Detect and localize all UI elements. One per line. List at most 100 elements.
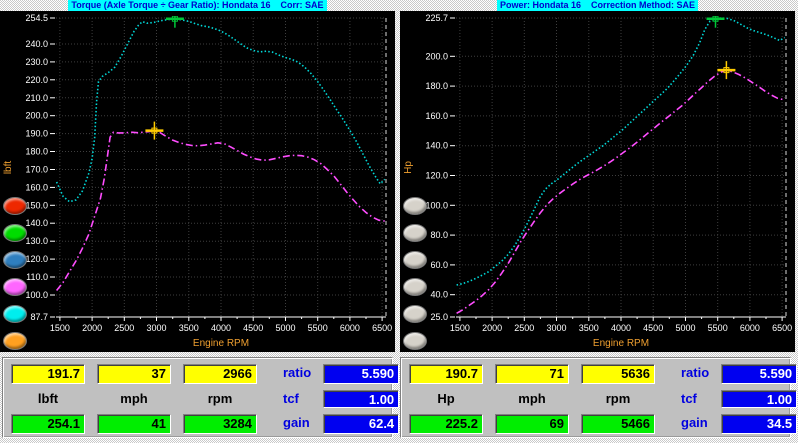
run2-power-field: 225.2 <box>409 414 483 434</box>
torque-readout-panel: 191.7 37 2966 ratio 5.590 lbft mph rpm t… <box>2 357 400 438</box>
svg-text:180.0: 180.0 <box>425 81 448 91</box>
svg-text:230.0: 230.0 <box>25 57 48 67</box>
svg-text:3500: 3500 <box>579 323 599 333</box>
svg-text:4500: 4500 <box>243 323 263 333</box>
run-color-button[interactable] <box>3 251 27 269</box>
power-unit-label: Hp <box>437 391 455 406</box>
run-color-button[interactable] <box>3 278 27 296</box>
torque-chart-title-bar: Torque (Axle Torque ÷ Gear Ratio): Honda… <box>0 0 395 11</box>
power-chart-body: 225.7 200.0 180.0 160.0 140.0 120.0 100.0 80.0 6… <box>400 11 795 352</box>
torque-chart-body: 254.5 240.0 230.0 220.0 210.0 200.0 190.0 180.0… <box>0 11 395 352</box>
run-color-button[interactable] <box>3 305 27 323</box>
svg-text:80.0: 80.0 <box>430 230 448 240</box>
svg-text:Engine RPM: Engine RPM <box>593 338 649 349</box>
power-chart-title-bar: Power: Hondata 16 Correction Method: SAE <box>400 0 795 11</box>
svg-text:4000: 4000 <box>611 323 631 333</box>
svg-text:5500: 5500 <box>708 323 728 333</box>
svg-text:180.0: 180.0 <box>25 147 48 157</box>
svg-text:140.0: 140.0 <box>25 218 48 228</box>
ratio-field: 5.590 <box>323 364 400 384</box>
svg-text:6500: 6500 <box>372 323 392 333</box>
power-chart-panel: Power: Hondata 16 Correction Method: SAE… <box>400 0 795 352</box>
rpm-unit-label: rpm <box>207 391 233 406</box>
run-color-button[interactable] <box>3 224 27 242</box>
svg-text:240.0: 240.0 <box>25 39 48 49</box>
gain-field: 34.5 <box>721 414 798 434</box>
gain-field: 62.4 <box>323 414 400 434</box>
run-color-button[interactable] <box>403 278 427 296</box>
svg-text:5000: 5000 <box>275 323 295 333</box>
run-color-button[interactable] <box>403 332 427 350</box>
tcf-field: 1.00 <box>721 390 798 408</box>
power-plot: 225.7 200.0 180.0 160.0 140.0 120.0 100.0 80.0 6… <box>403 13 792 349</box>
svg-text:6000: 6000 <box>740 323 760 333</box>
tcf-label: tcf <box>283 391 299 406</box>
svg-text:2500: 2500 <box>114 323 134 333</box>
svg-text:lbft: lbft <box>3 161 14 175</box>
svg-text:100.0: 100.0 <box>25 290 48 300</box>
svg-text:4000: 4000 <box>211 323 231 333</box>
svg-text:5500: 5500 <box>308 323 328 333</box>
svg-text:220.0: 220.0 <box>25 75 48 85</box>
svg-text:120.0: 120.0 <box>425 171 448 181</box>
svg-text:87.7: 87.7 <box>30 312 48 322</box>
svg-text:Hp: Hp <box>403 161 414 174</box>
svg-text:5000: 5000 <box>675 323 695 333</box>
run-color-button[interactable] <box>403 251 427 269</box>
peak-marker-previous-run <box>717 61 736 80</box>
svg-text:Engine RPM: Engine RPM <box>193 338 249 349</box>
tcf-field: 1.00 <box>323 390 400 408</box>
svg-text:140.0: 140.0 <box>425 141 448 151</box>
current-run-power <box>456 17 786 286</box>
gain-label: gain <box>681 415 708 430</box>
power-readout-panel: 190.7 71 5636 ratio 5.590 Hp mph rpm tcf… <box>400 357 798 438</box>
svg-text:170.0: 170.0 <box>25 165 48 175</box>
gain-label: gain <box>283 415 310 430</box>
run1-speed-field: 71 <box>495 364 569 384</box>
dyno-software-window: Torque (Axle Torque ÷ Gear Ratio): Honda… <box>0 0 798 443</box>
run2-rpm-field: 3284 <box>183 414 257 434</box>
run-color-button[interactable] <box>3 332 27 350</box>
ratio-label: ratio <box>681 365 710 380</box>
tcf-label: tcf <box>681 391 697 406</box>
svg-text:3000: 3000 <box>146 323 166 333</box>
run2-rpm-field: 5466 <box>581 414 655 434</box>
run1-rpm-field: 2966 <box>183 364 257 384</box>
svg-text:160.0: 160.0 <box>425 111 448 121</box>
speed-unit-label: mph <box>120 391 148 406</box>
svg-text:1500: 1500 <box>450 323 470 333</box>
svg-text:254.5: 254.5 <box>25 13 48 23</box>
run-color-button[interactable] <box>403 197 427 215</box>
run1-power-field: 190.7 <box>409 364 483 384</box>
run1-speed-field: 37 <box>97 364 171 384</box>
ratio-label: ratio <box>283 365 312 380</box>
torque-unit-label: lbft <box>37 391 59 406</box>
torque-chart-panel: Torque (Axle Torque ÷ Gear Ratio): Honda… <box>0 0 395 352</box>
svg-text:2000: 2000 <box>82 323 102 333</box>
svg-text:60.0: 60.0 <box>430 260 448 270</box>
svg-text:130.0: 130.0 <box>25 236 48 246</box>
run-color-button[interactable] <box>403 305 427 323</box>
svg-text:3000: 3000 <box>546 323 566 333</box>
peak-marker-current-run <box>706 16 725 28</box>
svg-text:100.0: 100.0 <box>425 200 448 210</box>
svg-text:120.0: 120.0 <box>25 254 48 264</box>
torque-chart-title: Torque (Axle Torque ÷ Gear Ratio): Honda… <box>68 0 327 11</box>
svg-text:4500: 4500 <box>643 323 663 333</box>
run2-speed-field: 69 <box>495 414 569 434</box>
run-color-button[interactable] <box>403 224 427 242</box>
svg-text:40.0: 40.0 <box>430 290 448 300</box>
peak-marker-previous-run <box>145 121 164 140</box>
peak-marker-current-run <box>165 16 184 28</box>
rpm-unit-label: rpm <box>605 391 631 406</box>
run1-torque-field: 191.7 <box>11 364 85 384</box>
svg-text:6000: 6000 <box>340 323 360 333</box>
svg-text:2500: 2500 <box>514 323 534 333</box>
svg-text:160.0: 160.0 <box>25 182 48 192</box>
svg-text:110.0: 110.0 <box>26 272 48 282</box>
speed-unit-label: mph <box>518 391 546 406</box>
run-color-button[interactable] <box>3 197 27 215</box>
svg-text:150.0: 150.0 <box>25 200 48 210</box>
svg-text:1500: 1500 <box>50 323 70 333</box>
ratio-field: 5.590 <box>721 364 798 384</box>
